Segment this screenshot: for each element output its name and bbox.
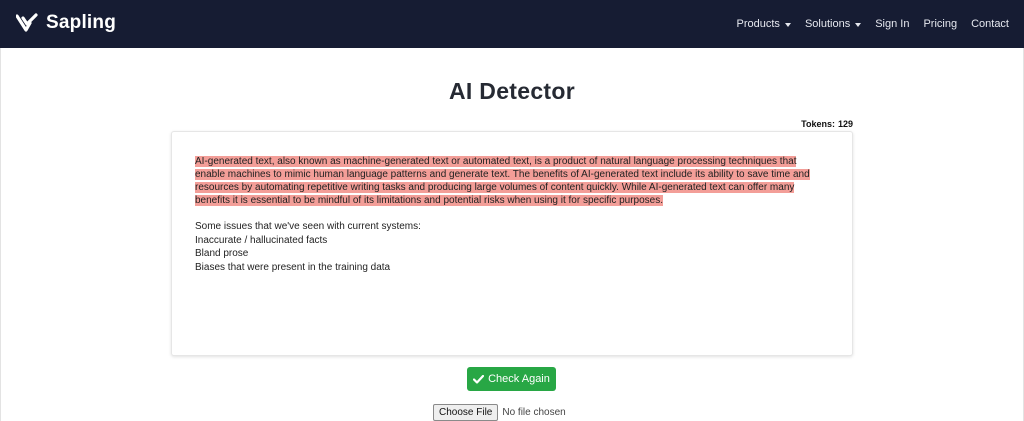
page-title: AI Detector [449, 78, 575, 104]
nav-item-label: Products [736, 18, 780, 30]
check-again-button[interactable]: Check Again [467, 367, 556, 391]
nav-item-label: Solutions [804, 18, 851, 30]
nav-item-contact[interactable]: Contact [971, 18, 1009, 30]
editor-line: Bland prose [195, 248, 249, 260]
token-label: Tokens: [801, 119, 835, 129]
editor-line: Some issues that we've seen with current… [195, 221, 421, 233]
nav-item-pricing[interactable]: Pricing [923, 18, 957, 30]
nav-item-label: Contact [971, 18, 1009, 30]
check-icon [473, 374, 485, 384]
caret-down-icon [855, 22, 862, 27]
brand-logo[interactable]: Sapling [16, 12, 116, 34]
file-status: No file chosen [502, 407, 566, 418]
top-navbar: Sapling Products Solutions Sign In Prici… [0, 0, 1024, 48]
check-again-label: Check Again [488, 373, 550, 385]
ai-highlighted-text: AI-generated text, also known as machine… [195, 156, 810, 207]
choose-file-button[interactable]: Choose File [433, 404, 499, 421]
token-count: 129 [837, 119, 853, 129]
nav-item-label: Sign In [875, 18, 910, 30]
editor-line: Biases that were present in the training… [195, 261, 391, 273]
caret-down-icon [784, 22, 791, 27]
nav-item-products[interactable]: Products [737, 18, 791, 30]
nav-item-sign-in[interactable]: Sign In [875, 18, 909, 30]
editor-line: Inaccurate / hallucinated facts [195, 234, 328, 246]
nav-item-solutions[interactable]: Solutions [804, 18, 862, 30]
brand-name: Sapling [46, 12, 117, 33]
sapling-logo-icon [16, 13, 38, 32]
editor-lines: Some issues that we've seen with current… [195, 220, 825, 274]
text-editor[interactable]: AI-generated text, also known as machine… [171, 131, 853, 356]
file-input: Choose File No file chosen [433, 404, 566, 421]
token-counter: Tokens: 129 [801, 119, 853, 129]
nav-links: Products Solutions Sign In Pricing Conta… [723, 0, 1009, 48]
nav-item-label: Pricing [923, 18, 958, 30]
editor-content[interactable]: AI-generated text, also known as machine… [195, 155, 825, 274]
